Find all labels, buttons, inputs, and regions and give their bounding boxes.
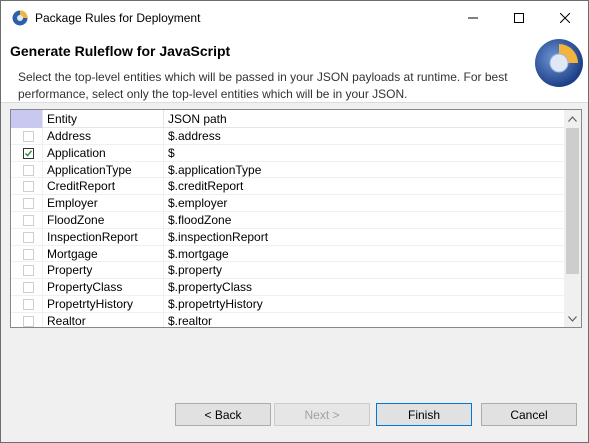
wizard-content: Entity JSON path Address $.address Applica… <box>1 104 588 394</box>
entity-cell: Employer <box>43 195 164 212</box>
row-check-cell <box>11 312 43 327</box>
json-path-cell: $.propertyClass <box>168 280 253 295</box>
table-row[interactable]: Mortgage $.mortgage <box>11 245 564 263</box>
json-path-cell: $.property <box>168 263 223 278</box>
entity-cell: Realtor <box>43 312 164 327</box>
title-bar: Package Rules for Deployment <box>1 1 588 34</box>
row-check-cell <box>11 262 43 279</box>
row-checkbox[interactable] <box>23 131 34 142</box>
back-button[interactable]: < Back <box>175 403 271 426</box>
entity-table: Entity JSON path Address $.address Applica… <box>10 109 582 328</box>
row-checkbox[interactable] <box>23 282 34 294</box>
row-check-cell <box>11 195 43 212</box>
minimize-button[interactable] <box>450 1 496 34</box>
page-description: Select the top-level entities which will… <box>18 70 508 101</box>
row-checkbox[interactable] <box>23 181 34 193</box>
table-row[interactable]: Address $.address <box>11 128 564 145</box>
maximize-icon <box>514 12 524 23</box>
wizard-logo-icon <box>534 38 584 88</box>
row-checkbox[interactable] <box>23 265 34 277</box>
row-check-cell <box>11 144 43 161</box>
scroll-thumb[interactable] <box>566 128 579 274</box>
table-row[interactable]: InspectionReport $.inspectionReport <box>11 228 564 246</box>
entity-cell: Mortgage <box>43 245 164 262</box>
row-checkbox[interactable] <box>23 214 34 226</box>
table-row[interactable]: CreditReport $.creditReport <box>11 178 564 196</box>
wizard-header: Generate Ruleflow for JavaScript Select … <box>1 34 588 103</box>
cancel-button[interactable]: Cancel <box>481 403 577 426</box>
row-check-cell <box>11 128 43 144</box>
row-checkbox[interactable] <box>23 231 34 243</box>
table-body: Address $.address Application $ ApplicationT… <box>11 128 564 328</box>
row-check-cell <box>11 161 43 178</box>
table-row[interactable]: Employer $.employer <box>11 195 564 212</box>
window-title: Package Rules for Deployment <box>35 11 201 25</box>
entity-cell: Property <box>43 262 164 279</box>
finish-button[interactable]: Finish <box>376 403 472 426</box>
entity-cell: FloodZone <box>43 211 164 228</box>
entity-cell: ApplicationType <box>43 161 164 178</box>
scroll-up-button[interactable] <box>564 110 581 127</box>
checkmark-icon <box>25 150 33 157</box>
entity-cell: PropetrtyHistory <box>43 295 164 312</box>
close-icon <box>560 12 570 23</box>
row-checkbox[interactable] <box>23 298 34 310</box>
table-row[interactable]: Realtor $.realtor <box>11 312 564 328</box>
row-check-cell <box>11 279 43 296</box>
json-path-cell: $.propetrtyHistory <box>168 296 263 311</box>
row-check-cell <box>11 211 43 228</box>
json-path-cell: $.employer <box>168 196 228 211</box>
json-path-cell: $.address <box>168 129 221 143</box>
row-check-cell <box>11 178 43 195</box>
json-path-cell: $.creditReport <box>168 179 244 194</box>
table-header: Entity JSON path <box>11 110 564 128</box>
json-path-cell: $.mortgage <box>168 246 229 261</box>
json-path-cell: $.floodZone <box>168 212 232 227</box>
table-row[interactable]: PropetrtyHistory $.propetrtyHistory <box>11 295 564 313</box>
column-header-json-path[interactable]: JSON path <box>164 110 564 128</box>
entity-cell: PropertyClass <box>43 279 164 296</box>
app-globe-icon <box>12 10 28 26</box>
vertical-scrollbar[interactable] <box>564 110 581 327</box>
dialog-window: Package Rules for Deployment Generate Ru… <box>0 0 589 443</box>
table-row[interactable]: PropertyClass $.propertyClass <box>11 279 564 296</box>
column-header-check[interactable] <box>11 110 43 128</box>
button-bar: < Back Next > Finish Cancel <box>1 394 588 442</box>
column-header-entity[interactable]: Entity <box>43 110 164 128</box>
close-button[interactable] <box>542 1 588 34</box>
json-path-cell: $.applicationType <box>168 162 262 177</box>
table-row[interactable]: FloodZone $.floodZone <box>11 211 564 229</box>
row-checkbox[interactable] <box>23 198 34 210</box>
entity-cell: Application <box>43 144 164 161</box>
scroll-down-button[interactable] <box>564 310 581 327</box>
next-button[interactable]: Next > <box>274 403 370 426</box>
entity-cell: CreditReport <box>43 178 164 195</box>
minimize-icon <box>468 17 478 18</box>
table-row[interactable]: Property $.property <box>11 262 564 280</box>
maximize-button[interactable] <box>496 1 542 34</box>
row-checkbox[interactable] <box>23 164 34 176</box>
json-path-cell: $.inspectionReport <box>168 229 269 244</box>
page-title: Generate Ruleflow for JavaScript <box>10 43 231 59</box>
row-check-cell <box>11 295 43 312</box>
row-checkbox[interactable] <box>23 147 34 159</box>
table-row[interactable]: Application $ <box>11 144 564 162</box>
row-check-cell <box>11 245 43 262</box>
json-path-cell: $ <box>168 145 175 160</box>
row-check-cell <box>11 228 43 245</box>
chevron-down-icon <box>568 315 577 322</box>
json-path-cell: $.realtor <box>168 313 213 328</box>
entity-cell: Address <box>43 128 164 144</box>
row-checkbox[interactable] <box>23 315 34 327</box>
entity-cell: InspectionReport <box>43 228 164 245</box>
table-row[interactable]: ApplicationType $.applicationType <box>11 161 564 179</box>
chevron-up-icon <box>568 115 577 122</box>
row-checkbox[interactable] <box>23 248 34 260</box>
